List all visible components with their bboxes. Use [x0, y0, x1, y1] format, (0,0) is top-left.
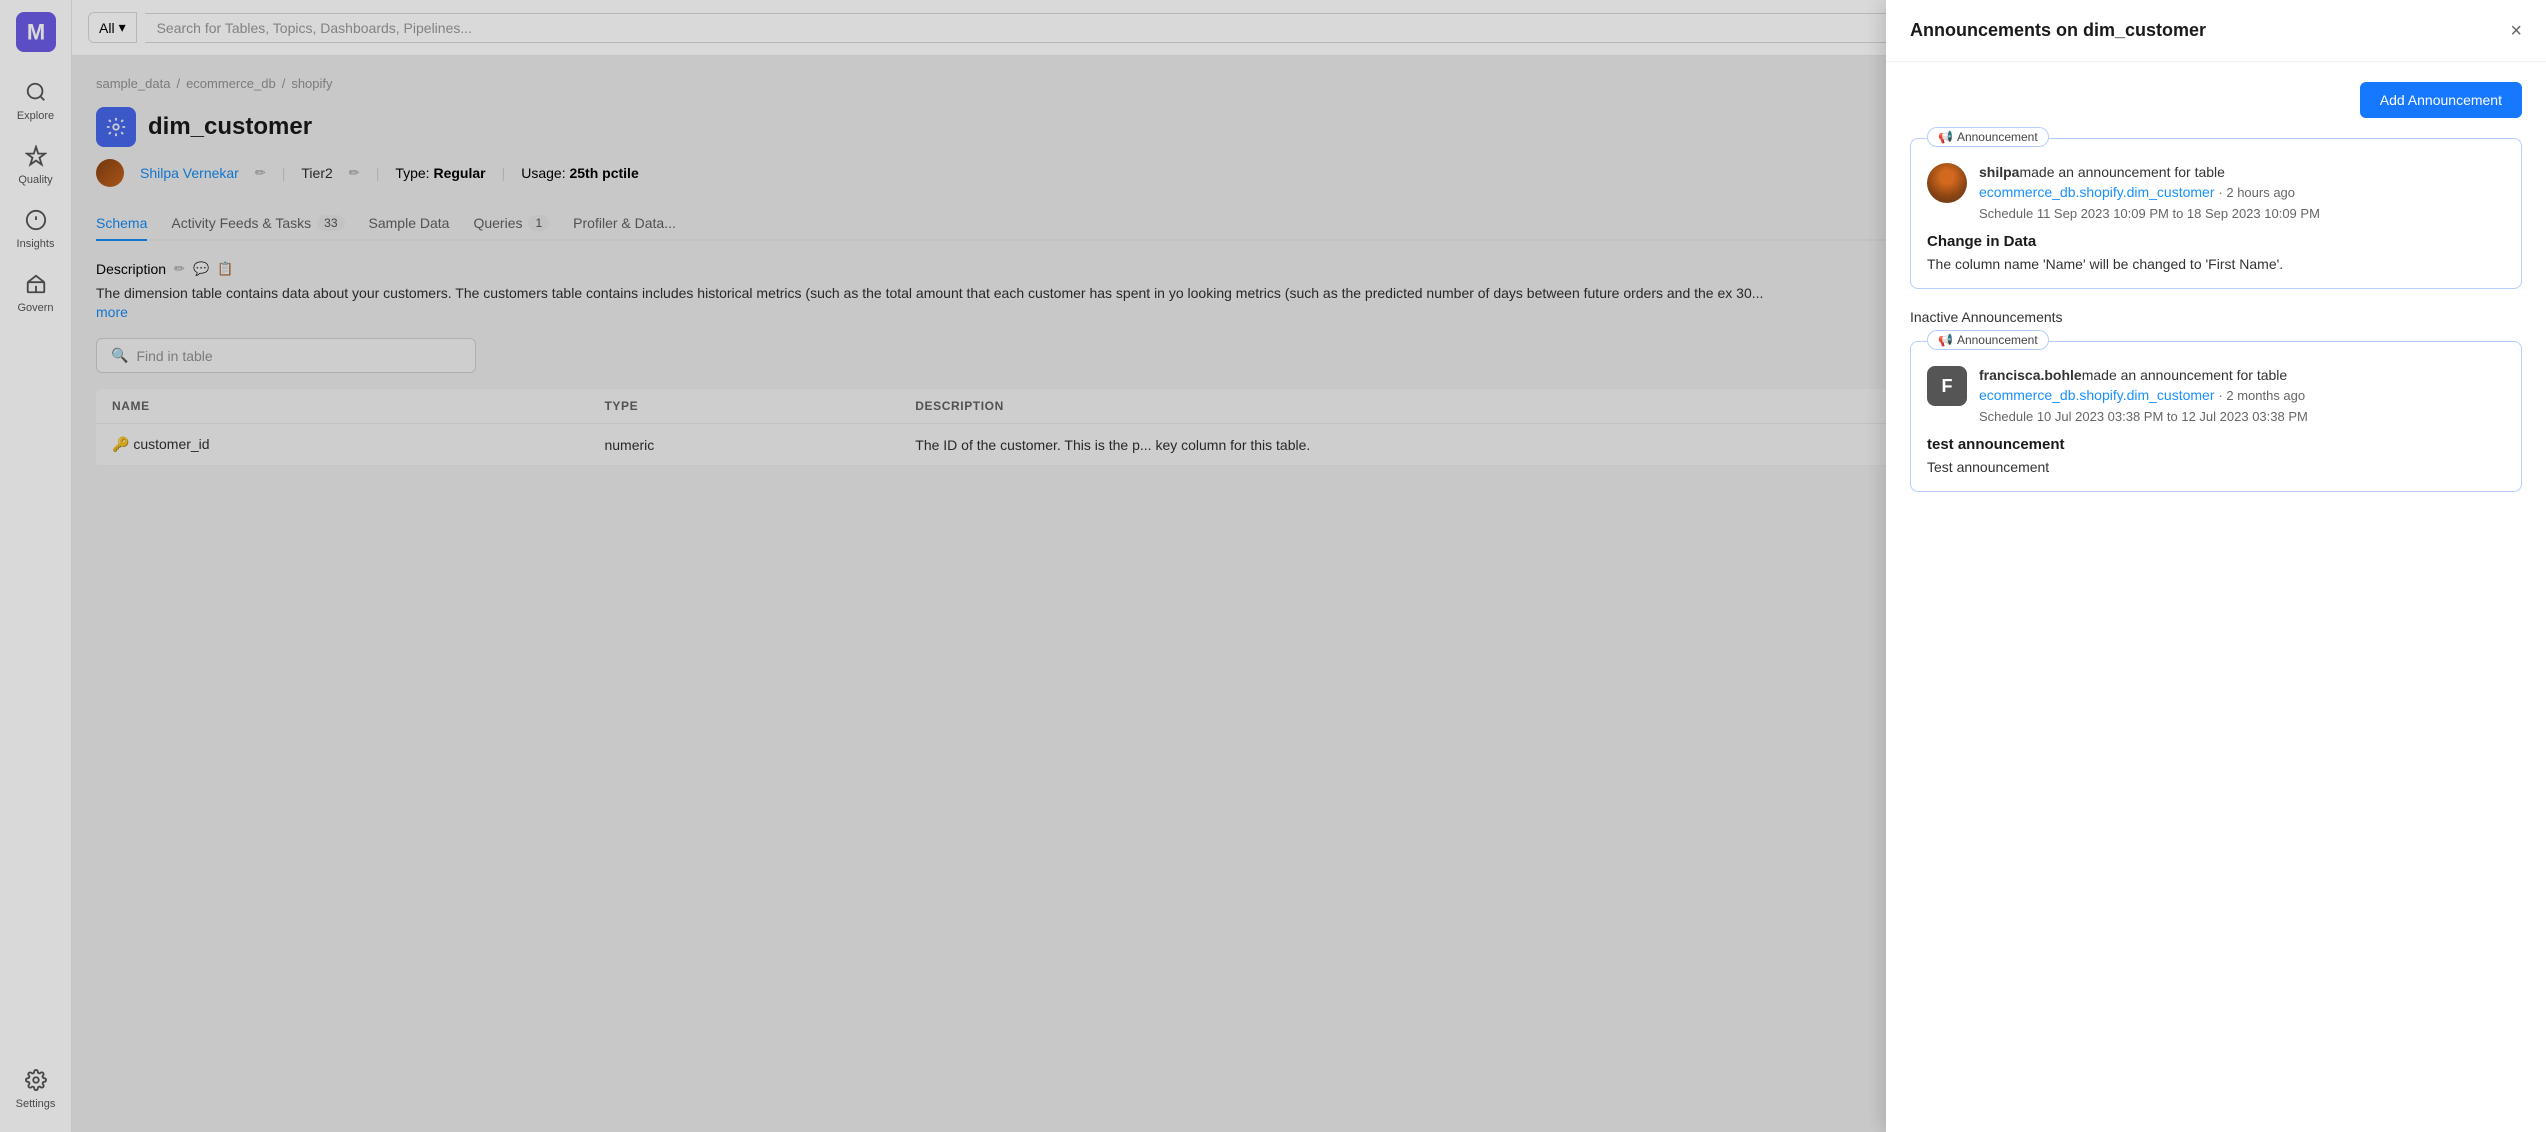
sidebar-item-explore[interactable]: Explore [0, 68, 71, 132]
sidebar-item-govern[interactable]: Govern [0, 260, 71, 324]
svg-text:M: M [26, 19, 44, 44]
ann-action: made an announcement for table [2082, 367, 2287, 383]
sidebar-item-label: Quality [18, 174, 52, 186]
card-info: shilpamade an announcement for table eco… [1979, 163, 2505, 221]
announcement-tag-label: Announcement [1957, 333, 2038, 347]
search-placeholder: Search for Tables, Topics, Dashboards, P… [157, 20, 472, 36]
desc-icon3[interactable]: 📋 [217, 261, 233, 277]
type-label: Type: Regular [395, 165, 485, 181]
panel-body: Add Announcement 📢 Announcement shilpama… [1886, 62, 2546, 1132]
card-info-line1: shilpamade an announcement for table eco… [1979, 163, 2505, 202]
announcement-tag-icon: 📢 [1938, 333, 1953, 347]
breadcrumb-part2[interactable]: ecommerce_db [186, 76, 276, 91]
card-body: shilpamade an announcement for table eco… [1927, 155, 2505, 272]
app-logo[interactable]: M [16, 12, 56, 52]
sidebar-item-label: Govern [17, 302, 53, 314]
sidebar: M Explore Quality Insights Govern Settin… [0, 0, 72, 1132]
inactive-announcements-label: Inactive Announcements [1910, 309, 2522, 325]
col-name: 🔑 customer_id [96, 424, 588, 466]
announcement-tag-icon: 📢 [1938, 130, 1953, 144]
panel-title: Announcements on dim_customer [1910, 20, 2206, 41]
col-header-type: TYPE [588, 389, 899, 424]
card-info-line1: francisca.bohlemade an announcement for … [1979, 366, 2505, 405]
edit-owner-icon[interactable]: ✏ [255, 165, 266, 181]
explore-icon [22, 78, 50, 106]
announcements-panel: Announcements on dim_customer × Add Anno… [1886, 0, 2546, 1132]
ann-time: · 2 hours ago [2218, 185, 2295, 200]
ann-title: Change in Data [1927, 233, 2505, 250]
add-announcement-button[interactable]: Add Announcement [2360, 82, 2522, 118]
card-meta: shilpamade an announcement for table eco… [1927, 163, 2505, 221]
tab-queries[interactable]: Queries 1 [473, 207, 549, 241]
ann-title: test announcement [1927, 436, 2505, 453]
tab-queries-badge: 1 [528, 215, 549, 231]
ann-user: shilpa [1979, 164, 2019, 180]
tab-profiler[interactable]: Profiler & Data... [573, 207, 676, 241]
desc-icon2[interactable]: 💬 [193, 261, 209, 277]
settings-icon [22, 1066, 50, 1094]
key-icon: 🔑 [112, 436, 129, 452]
ann-content: The column name 'Name' will be changed t… [1927, 256, 2505, 272]
announcement-tag-label: Announcement [1957, 130, 2038, 144]
sidebar-item-label: Explore [17, 110, 54, 122]
search-type-label: All [99, 20, 115, 36]
card-meta: F francisca.bohlemade an announcement fo… [1927, 366, 2505, 424]
tab-schema[interactable]: Schema [96, 207, 147, 241]
sidebar-item-settings[interactable]: Settings [0, 1056, 71, 1120]
avatar [1927, 163, 1967, 203]
card-info: francisca.bohlemade an announcement for … [1979, 366, 2505, 424]
ann-user: francisca.bohle [1979, 367, 2082, 383]
search-type-select[interactable]: All ▾ [88, 12, 137, 43]
tab-sample-data[interactable]: Sample Data [369, 207, 450, 241]
sidebar-item-quality[interactable]: Quality [0, 132, 71, 196]
edit-desc-icon[interactable]: ✏ [174, 261, 185, 277]
ann-schedule: Schedule 11 Sep 2023 10:09 PM to 18 Sep … [1979, 206, 2505, 221]
ann-link[interactable]: ecommerce_db.shopify.dim_customer [1979, 184, 2215, 200]
insights-icon [22, 206, 50, 234]
ann-link[interactable]: ecommerce_db.shopify.dim_customer [1979, 387, 2215, 403]
edit-tier-icon[interactable]: ✏ [349, 165, 360, 181]
announcement-card-active-1: 📢 Announcement shilpamade an announcemen… [1910, 138, 2522, 289]
ann-content: Test announcement [1927, 459, 2505, 475]
breadcrumb-part1[interactable]: sample_data [96, 76, 170, 91]
owner-link[interactable]: Shilpa Vernekar [140, 165, 239, 181]
panel-close-button[interactable]: × [2510, 21, 2522, 41]
ann-time: · 2 months ago [2218, 388, 2305, 403]
breadcrumb-sep: / [282, 76, 286, 91]
tab-activity[interactable]: Activity Feeds & Tasks 33 [171, 207, 344, 241]
breadcrumb-part3[interactable]: shopify [291, 76, 332, 91]
table-name: dim_customer [148, 113, 312, 141]
quality-icon [22, 142, 50, 170]
chevron-down-icon: ▾ [119, 19, 126, 36]
table-icon [96, 107, 136, 147]
owner-avatar [96, 159, 124, 187]
announcement-tag: 📢 Announcement [1927, 127, 2049, 147]
card-body: F francisca.bohlemade an announcement fo… [1927, 358, 2505, 475]
col-type: numeric [588, 424, 899, 466]
sidebar-item-insights[interactable]: Insights [0, 196, 71, 260]
ann-action: made an announcement for table [2019, 164, 2224, 180]
ann-schedule: Schedule 10 Jul 2023 03:38 PM to 12 Jul … [1979, 409, 2505, 424]
sidebar-item-label: Insights [17, 238, 55, 250]
tier-badge: Tier2 [301, 165, 332, 181]
usage-label: Usage: 25th pctile [521, 165, 639, 181]
avatar: F [1927, 366, 1967, 406]
announcement-card-inactive-1: 📢 Announcement F francisca.bohlemade an … [1910, 341, 2522, 492]
more-link[interactable]: more [96, 304, 128, 320]
govern-icon [22, 270, 50, 298]
panel-header: Announcements on dim_customer × [1886, 0, 2546, 62]
search-icon: 🔍 [111, 347, 128, 364]
sidebar-item-label: Settings [16, 1098, 56, 1110]
breadcrumb-sep: / [176, 76, 180, 91]
announcement-tag: 📢 Announcement [1927, 330, 2049, 350]
tab-activity-badge: 33 [317, 215, 344, 231]
col-header-name: NAME [96, 389, 588, 424]
find-in-table-input[interactable]: 🔍 Find in table [96, 338, 476, 373]
search-placeholder-text: Find in table [136, 348, 212, 364]
